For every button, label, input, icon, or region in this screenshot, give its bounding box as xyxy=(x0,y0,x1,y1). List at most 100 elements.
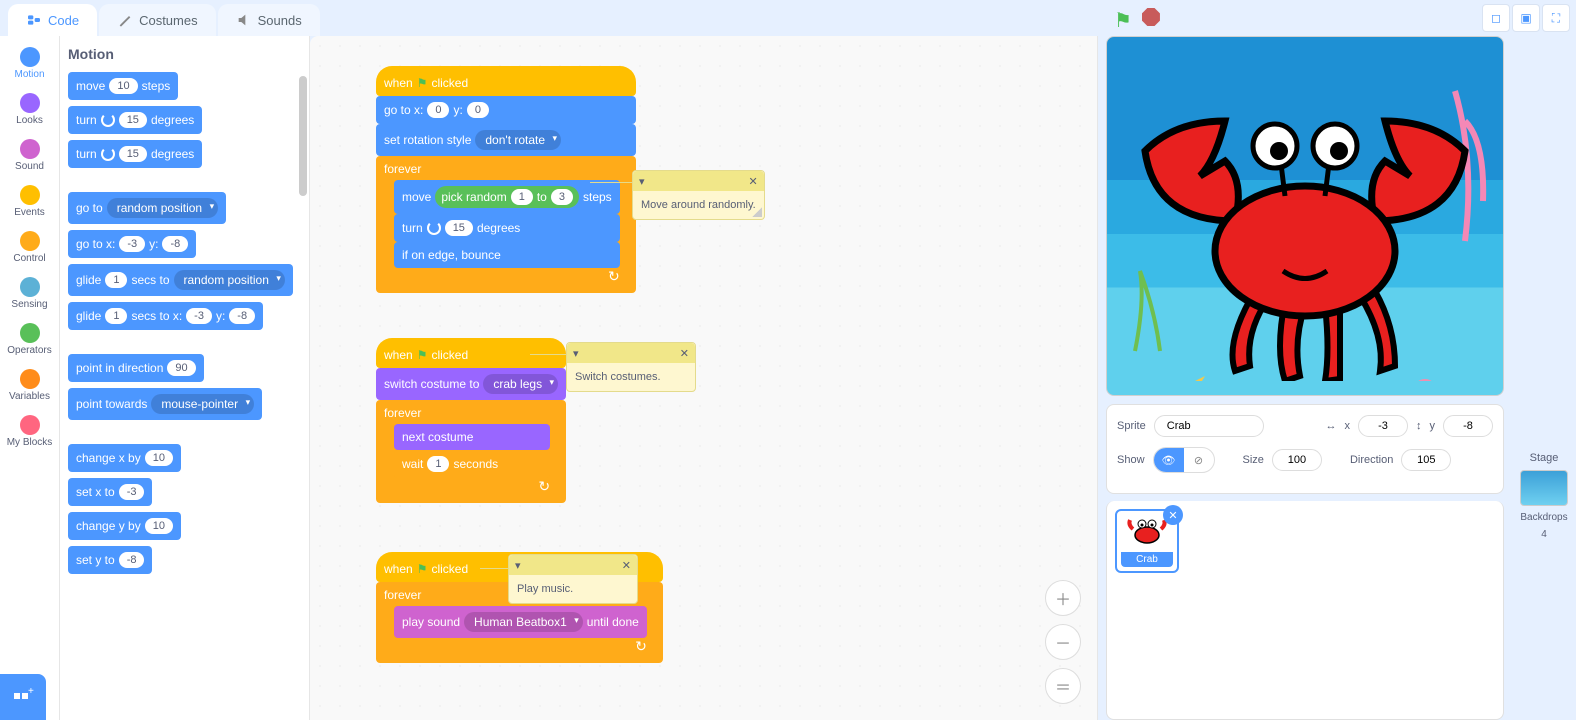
block-glide-to[interactable]: glide1secs torandom position xyxy=(68,264,293,296)
tab-costumes[interactable]: Costumes xyxy=(99,4,216,36)
loop-arrow-icon: ↻ xyxy=(384,638,647,655)
zoom-in-button[interactable]: ＋ xyxy=(1045,580,1081,616)
comment-collapse-icon[interactable]: ▾ xyxy=(515,559,521,572)
x-label: x xyxy=(1345,420,1351,432)
hide-button[interactable]: ⊘ xyxy=(1184,448,1214,472)
comment-collapse-icon[interactable]: ▾ xyxy=(573,347,579,360)
comment-resize-handle[interactable] xyxy=(752,207,762,217)
comment-close-icon[interactable]: ✕ xyxy=(680,347,689,360)
events-dot-icon xyxy=(20,185,40,205)
palette-scrollbar[interactable] xyxy=(299,76,307,196)
sprite-name-input[interactable] xyxy=(1154,415,1264,437)
block-wait[interactable]: wait1seconds xyxy=(394,450,550,478)
block-forever[interactable]: forever next costume wait1seconds ↻ xyxy=(376,400,566,503)
comment-close-icon[interactable]: ✕ xyxy=(749,175,758,188)
sprite-x-input[interactable] xyxy=(1358,415,1408,437)
sprite-direction-input[interactable] xyxy=(1401,449,1451,471)
block-turn-cw[interactable]: turn15degrees xyxy=(68,106,202,134)
tab-sounds[interactable]: Sounds xyxy=(218,4,320,36)
script-workspace[interactable]: when⚑clicked go to x:0y:0 set rotation s… xyxy=(310,36,1098,720)
block-forever[interactable]: forever movepick random1to3steps turn15d… xyxy=(376,156,636,293)
brush-icon xyxy=(117,12,133,28)
block-change-y[interactable]: change y by10 xyxy=(68,512,181,540)
sprite-crab-render xyxy=(1115,81,1495,381)
block-when-flag-clicked[interactable]: when⚑clicked xyxy=(376,338,566,368)
comment-connector xyxy=(530,354,566,355)
category-variables[interactable]: Variables xyxy=(0,362,60,408)
category-myblocks[interactable]: My Blocks xyxy=(0,408,60,454)
block-set-rotation-style[interactable]: set rotation styledon't rotate xyxy=(376,124,636,156)
block-play-sound-until-done[interactable]: play soundHuman Beatbox1until done xyxy=(394,606,647,638)
turn-ccw-icon xyxy=(427,221,441,235)
comment-connector xyxy=(590,182,632,183)
category-sidebar: Motion Looks Sound Events Control Sensin… xyxy=(0,36,60,720)
tab-code[interactable]: Code xyxy=(8,4,97,36)
stage-canvas[interactable] xyxy=(1106,36,1504,396)
comment-2[interactable]: ▾✕ Switch costumes. xyxy=(566,342,696,392)
category-operators[interactable]: Operators xyxy=(0,316,60,362)
category-events[interactable]: Events xyxy=(0,178,60,224)
block-glide-xy[interactable]: glide1secs to x:-3y:-8 xyxy=(68,302,263,330)
fullscreen-button[interactable]: ⛶ xyxy=(1542,4,1570,32)
right-panel: Sprite ↔ x ↕ y Show 👁 ⊘ Size xyxy=(1098,36,1576,720)
block-point-towards[interactable]: point towardsmouse-pointer xyxy=(68,388,262,420)
category-motion[interactable]: Motion xyxy=(0,40,60,86)
show-button[interactable]: 👁 xyxy=(1154,448,1184,472)
y-label: y xyxy=(1430,420,1436,432)
block-turn-ccw[interactable]: turn15degrees xyxy=(394,214,620,242)
add-extension-button[interactable]: + xyxy=(0,674,46,720)
zoom-out-button[interactable]: － xyxy=(1045,624,1081,660)
comment-close-icon[interactable]: ✕ xyxy=(622,559,631,572)
script-stack-2[interactable]: when⚑clicked switch costume tocrab legs … xyxy=(376,338,566,503)
main-area: Motion Looks Sound Events Control Sensin… xyxy=(0,36,1576,720)
code-icon xyxy=(26,12,42,28)
editor-tabs: Code Costumes Sounds xyxy=(8,4,320,36)
category-sound[interactable]: Sound xyxy=(0,132,60,178)
block-when-flag-clicked[interactable]: when⚑clicked xyxy=(376,66,636,96)
block-set-x[interactable]: set x to-3 xyxy=(68,478,152,506)
large-stage-button[interactable]: ▣ xyxy=(1512,4,1540,32)
block-palette[interactable]: Motion move10steps turn15degrees turn15d… xyxy=(60,36,310,720)
block-goto-xy[interactable]: go to x:-3y:-8 xyxy=(68,230,196,258)
sprite-y-input[interactable] xyxy=(1443,415,1493,437)
flag-icon: ⚑ xyxy=(417,562,428,576)
block-if-edge-bounce[interactable]: if on edge, bounce xyxy=(394,242,620,268)
tab-costumes-label: Costumes xyxy=(139,13,198,28)
delete-sprite-button[interactable]: ✕ xyxy=(1163,505,1183,525)
block-change-x[interactable]: change x by10 xyxy=(68,444,181,472)
block-set-y[interactable]: set y to-8 xyxy=(68,546,152,574)
show-label: Show xyxy=(1117,454,1145,466)
flag-icon: ⚑ xyxy=(417,76,428,90)
zoom-reset-button[interactable]: ＝ xyxy=(1045,668,1081,704)
block-point-direction[interactable]: point in direction90 xyxy=(68,354,204,382)
loop-arrow-icon: ↻ xyxy=(384,478,550,495)
backdrop-thumb[interactable] xyxy=(1520,470,1568,506)
sprite-size-input[interactable] xyxy=(1272,449,1322,471)
comment-3[interactable]: ▾✕ Play music. xyxy=(508,554,638,604)
comment-collapse-icon[interactable]: ▾ xyxy=(639,175,645,188)
svg-text:+: + xyxy=(28,686,34,697)
stop-button[interactable] xyxy=(1142,8,1160,26)
block-move-steps[interactable]: movepick random1to3steps xyxy=(394,180,620,214)
block-goto-xy[interactable]: go to x:0y:0 xyxy=(376,96,636,124)
category-looks[interactable]: Looks xyxy=(0,86,60,132)
category-sensing[interactable]: Sensing xyxy=(0,270,60,316)
direction-label: Direction xyxy=(1350,454,1393,466)
block-goto[interactable]: go torandom position xyxy=(68,192,226,224)
block-pick-random[interactable]: pick random1to3 xyxy=(435,186,579,208)
sprite-name-label: Sprite xyxy=(1117,420,1146,432)
block-move-steps[interactable]: move10steps xyxy=(68,72,178,100)
green-flag-button[interactable]: ⚑ xyxy=(1114,8,1132,33)
block-switch-costume[interactable]: switch costume tocrab legs xyxy=(376,368,566,400)
workspace-zoom-controls: ＋ － ＝ xyxy=(1045,580,1081,704)
script-stack-1[interactable]: when⚑clicked go to x:0y:0 set rotation s… xyxy=(376,66,636,293)
category-control[interactable]: Control xyxy=(0,224,60,270)
sensing-dot-icon xyxy=(20,277,40,297)
block-turn-ccw[interactable]: turn15degrees xyxy=(68,140,202,168)
sprite-list[interactable]: ✕ Crab xyxy=(1106,501,1504,720)
sprite-info-panel: Sprite ↔ x ↕ y Show 👁 ⊘ Size xyxy=(1106,404,1504,494)
sprite-thumb-crab[interactable]: ✕ Crab xyxy=(1115,509,1179,573)
block-next-costume[interactable]: next costume xyxy=(394,424,550,450)
small-stage-button[interactable]: ◻ xyxy=(1482,4,1510,32)
comment-1[interactable]: ▾✕ Move around randomly. xyxy=(632,170,765,220)
